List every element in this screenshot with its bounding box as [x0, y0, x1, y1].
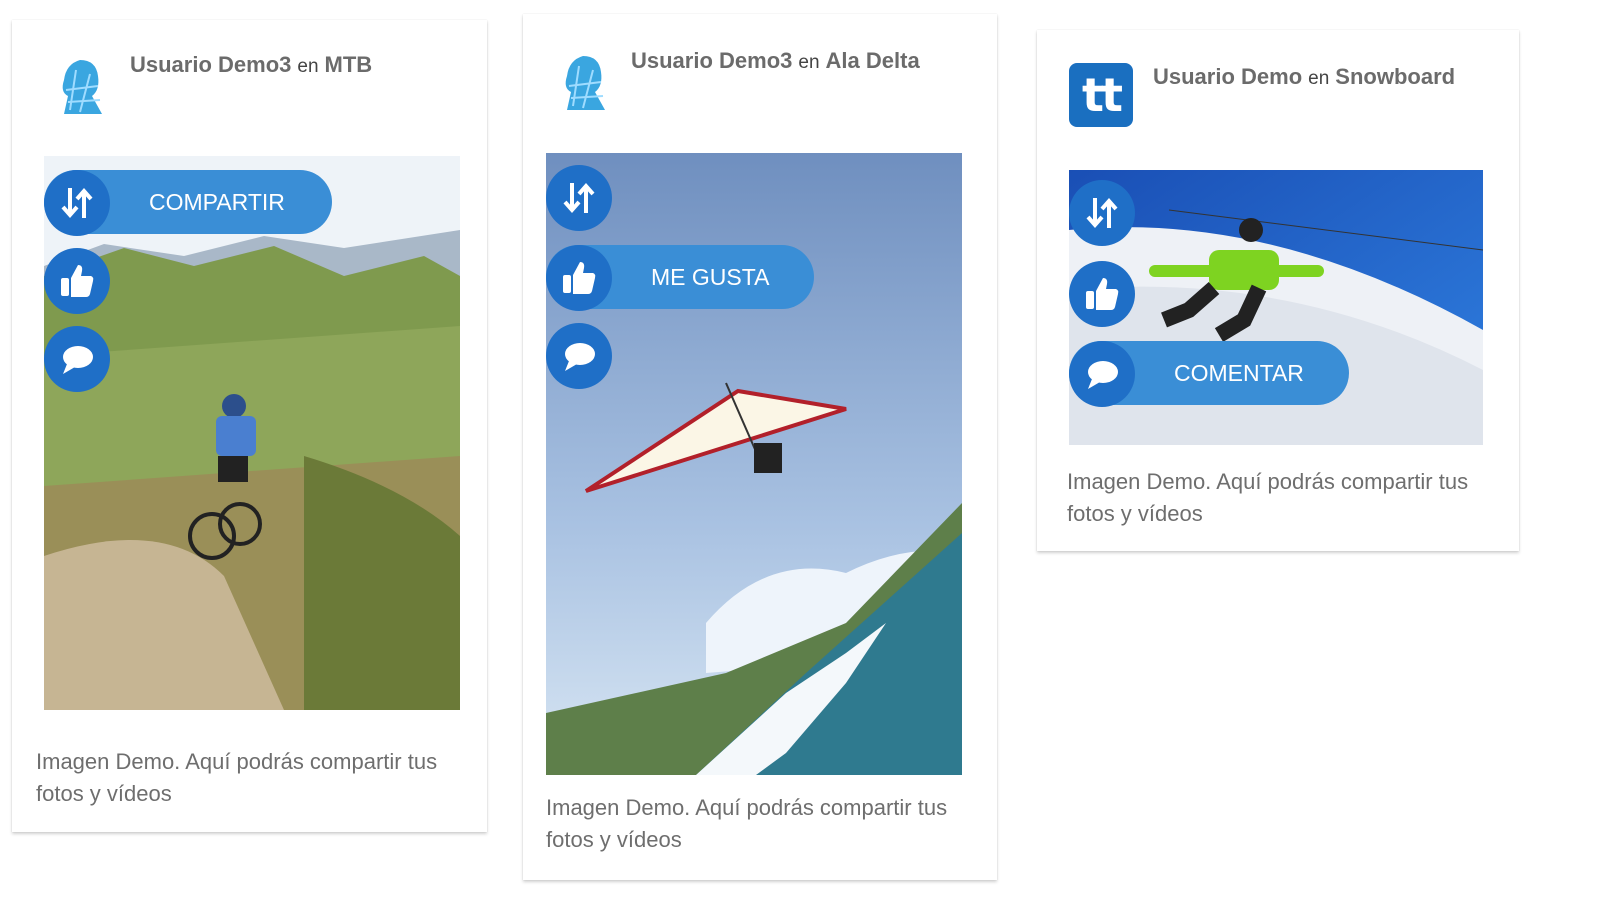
sport-name[interactable]: MTB: [325, 52, 373, 77]
post-author-line: Usuario Demo en Snowboard: [1153, 64, 1455, 90]
post-photo[interactable]: ME GUSTA: [546, 153, 962, 775]
post-header: Usuario Demo3 en MTB: [12, 20, 487, 150]
share-action[interactable]: [546, 165, 612, 231]
comment-action[interactable]: COMENTAR: [1069, 341, 1351, 407]
user-avatar-icon[interactable]: [549, 46, 613, 110]
comment-action[interactable]: [44, 326, 110, 392]
post-card-ala-delta: Usuario Demo3 en Ala Delta ME GUSTA Imag…: [523, 14, 997, 880]
share-arrows-icon[interactable]: [546, 165, 612, 231]
share-action[interactable]: [1069, 180, 1135, 246]
mountain-bike-photo: [44, 156, 460, 710]
post-card-snowboard: tt Usuario Demo en Snowboard COMENTAR Im…: [1037, 30, 1519, 551]
share-arrows-icon[interactable]: [44, 170, 110, 236]
user-avatar-icon[interactable]: [46, 50, 110, 114]
thumbs-up-icon[interactable]: [44, 248, 110, 314]
comment-action[interactable]: [546, 323, 612, 389]
post-caption: Imagen Demo. Aquí podrás compartir tus f…: [36, 749, 438, 806]
connector-text: en: [297, 56, 319, 77]
speech-bubble-icon[interactable]: [44, 326, 110, 392]
post-header: Usuario Demo3 en Ala Delta: [523, 14, 997, 144]
post-caption: Imagen Demo. Aquí podrás compartir tus f…: [546, 795, 948, 852]
post-photo[interactable]: COMPARTIR: [44, 156, 460, 710]
tt-logo-avatar[interactable]: tt: [1069, 63, 1133, 127]
post-caption: Imagen Demo. Aquí podrás compartir tus f…: [1067, 469, 1469, 526]
post-header: tt Usuario Demo en Snowboard: [1037, 30, 1519, 160]
author-name[interactable]: Usuario Demo3: [631, 48, 792, 73]
like-action[interactable]: ME GUSTA: [546, 245, 816, 311]
sport-name[interactable]: Ala Delta: [826, 48, 920, 73]
thumbs-up-icon[interactable]: [1069, 261, 1135, 327]
like-action[interactable]: [44, 248, 110, 314]
post-card-mtb: Usuario Demo3 en MTB COMPARTIR Imagen De…: [12, 20, 487, 832]
like-action[interactable]: [1069, 261, 1135, 327]
thumbs-up-icon[interactable]: [546, 245, 612, 311]
author-name[interactable]: Usuario Demo: [1153, 64, 1302, 89]
post-author-line: Usuario Demo3 en Ala Delta: [631, 48, 920, 74]
share-arrows-icon[interactable]: [1069, 180, 1135, 246]
connector-text: en: [1308, 68, 1330, 89]
speech-bubble-icon[interactable]: [1069, 341, 1135, 407]
author-name[interactable]: Usuario Demo3: [130, 52, 291, 77]
speech-bubble-icon[interactable]: [546, 323, 612, 389]
share-action[interactable]: COMPARTIR: [44, 170, 334, 236]
connector-text: en: [798, 52, 820, 73]
post-photo[interactable]: COMENTAR: [1069, 170, 1483, 445]
sport-name[interactable]: Snowboard: [1335, 64, 1455, 89]
post-author-line: Usuario Demo3 en MTB: [130, 52, 372, 78]
